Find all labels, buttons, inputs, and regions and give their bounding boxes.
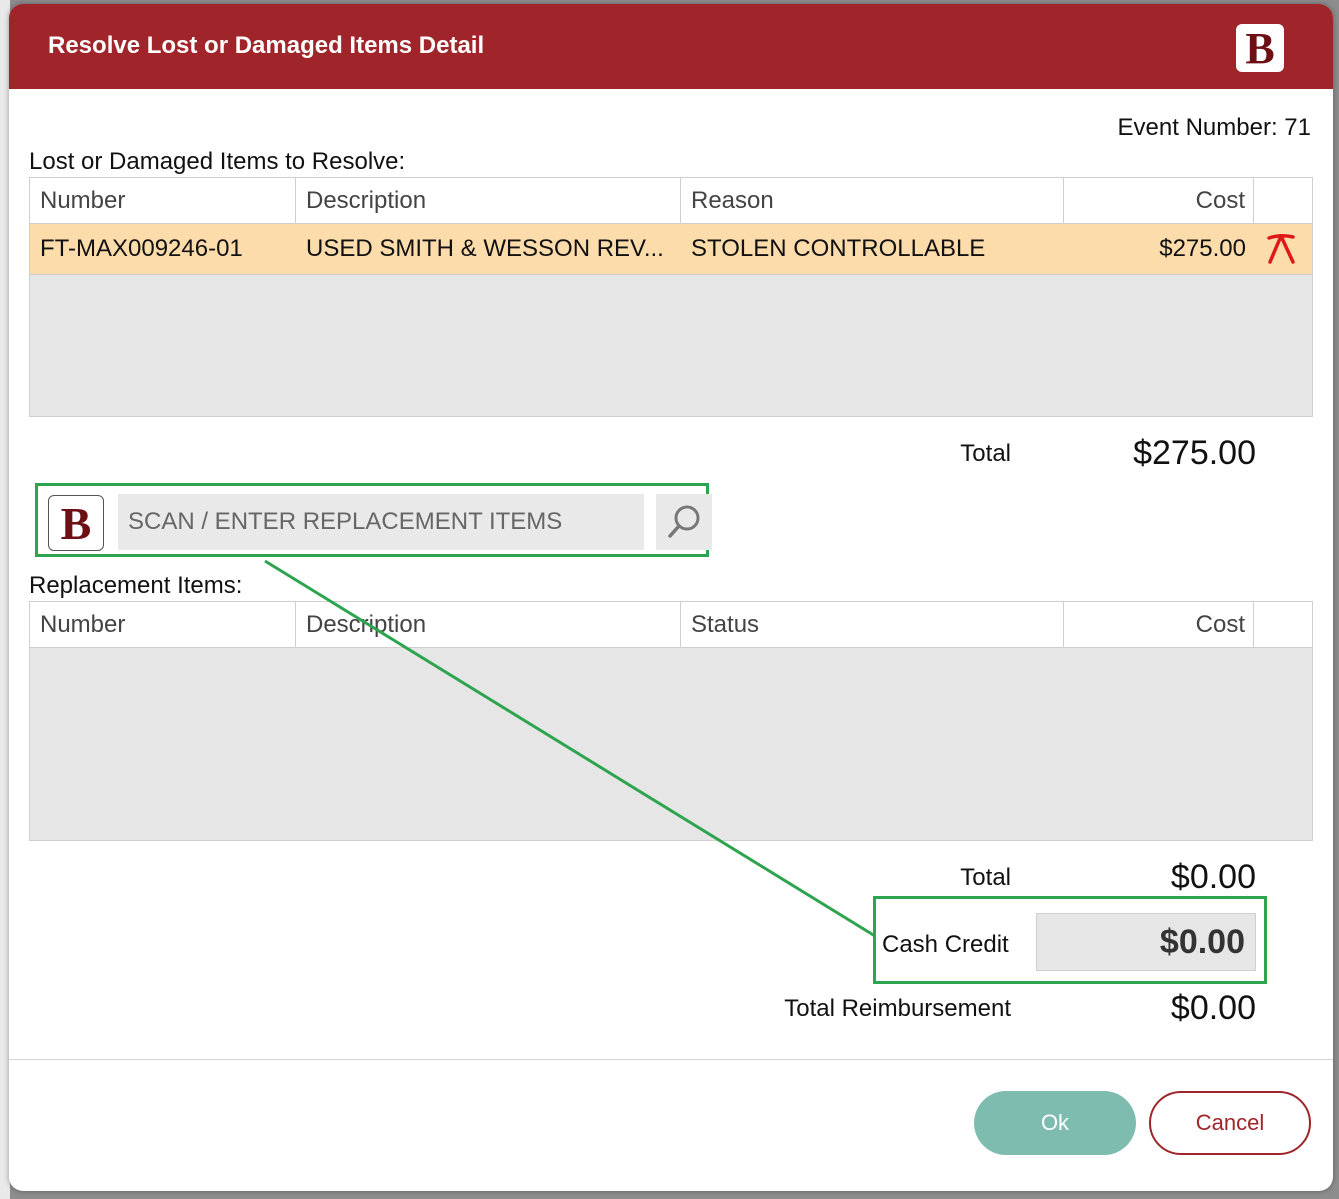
- row-cost: $275.00: [1159, 235, 1246, 262]
- total-reimbursement-label: Total Reimbursement: [784, 995, 1011, 1022]
- column-header-number[interactable]: Number: [30, 178, 296, 223]
- lost-total-value: $275.00: [1133, 434, 1256, 472]
- replacement-items-label: Replacement Items:: [29, 572, 243, 599]
- lost-total-label: Total: [960, 440, 1011, 467]
- lost-items-label: Lost or Damaged Items to Resolve:: [29, 148, 406, 175]
- cash-credit-highlight-box: Cash Credit $0.00: [873, 896, 1267, 984]
- row-description: USED SMITH & WESSON REV...: [306, 235, 664, 262]
- column-header-cost[interactable]: Cost: [1064, 602, 1254, 647]
- dialog-title: Resolve Lost or Damaged Items Detail: [48, 32, 485, 59]
- scan-highlight-box: B: [35, 483, 712, 557]
- column-header-number[interactable]: Number: [30, 602, 296, 647]
- event-number-value: 71: [1284, 114, 1311, 141]
- row-reason: STOLEN CONTROLLABLE: [691, 235, 986, 262]
- column-header-description[interactable]: Description: [296, 178, 681, 223]
- cancel-button[interactable]: Cancel: [1149, 1091, 1311, 1155]
- dialog-titlebar: Resolve Lost or Damaged Items Detail B: [9, 4, 1333, 89]
- cash-credit-label: Cash Credit: [882, 931, 1009, 958]
- event-number: Event Number: 71: [1118, 114, 1311, 142]
- column-header-status[interactable]: Status: [681, 602, 1064, 647]
- total-reimbursement-value: $0.00: [1170, 989, 1256, 1027]
- cash-credit-input[interactable]: $0.00: [1036, 913, 1256, 971]
- ok-button[interactable]: Ok: [974, 1091, 1136, 1155]
- brand-logo: B: [48, 495, 104, 551]
- search-icon: [668, 505, 700, 538]
- resolve-dialog: Resolve Lost or Damaged Items Detail B E…: [9, 4, 1333, 1191]
- search-button[interactable]: [656, 494, 712, 550]
- row-number: FT-MAX009246-01: [40, 235, 243, 262]
- column-header-reason[interactable]: Reason: [681, 178, 1064, 223]
- scan-input[interactable]: [118, 494, 644, 550]
- brand-logo: B: [1236, 24, 1284, 73]
- column-header-actions: [1254, 602, 1312, 647]
- replacement-items-grid: Number Description Status Cost: [29, 601, 1313, 841]
- event-number-label: Event Number:: [1117, 114, 1278, 141]
- remove-x-icon[interactable]: [1264, 232, 1304, 266]
- footer-divider: [9, 1059, 1333, 1060]
- replacement-items-header: Number Description Status Cost: [30, 602, 1312, 648]
- column-header-description[interactable]: Description: [296, 602, 681, 647]
- replacement-total-label: Total: [960, 864, 1011, 891]
- lost-items-grid: Number Description Reason Cost FT-MAX009…: [29, 177, 1313, 417]
- replacement-total-value: $0.00: [1170, 858, 1256, 896]
- column-header-cost[interactable]: Cost: [1064, 178, 1254, 223]
- table-row[interactable]: FT-MAX009246-01 USED SMITH & WESSON REV.…: [30, 224, 1312, 275]
- lost-items-header: Number Description Reason Cost: [30, 178, 1312, 224]
- column-header-actions: [1254, 178, 1312, 223]
